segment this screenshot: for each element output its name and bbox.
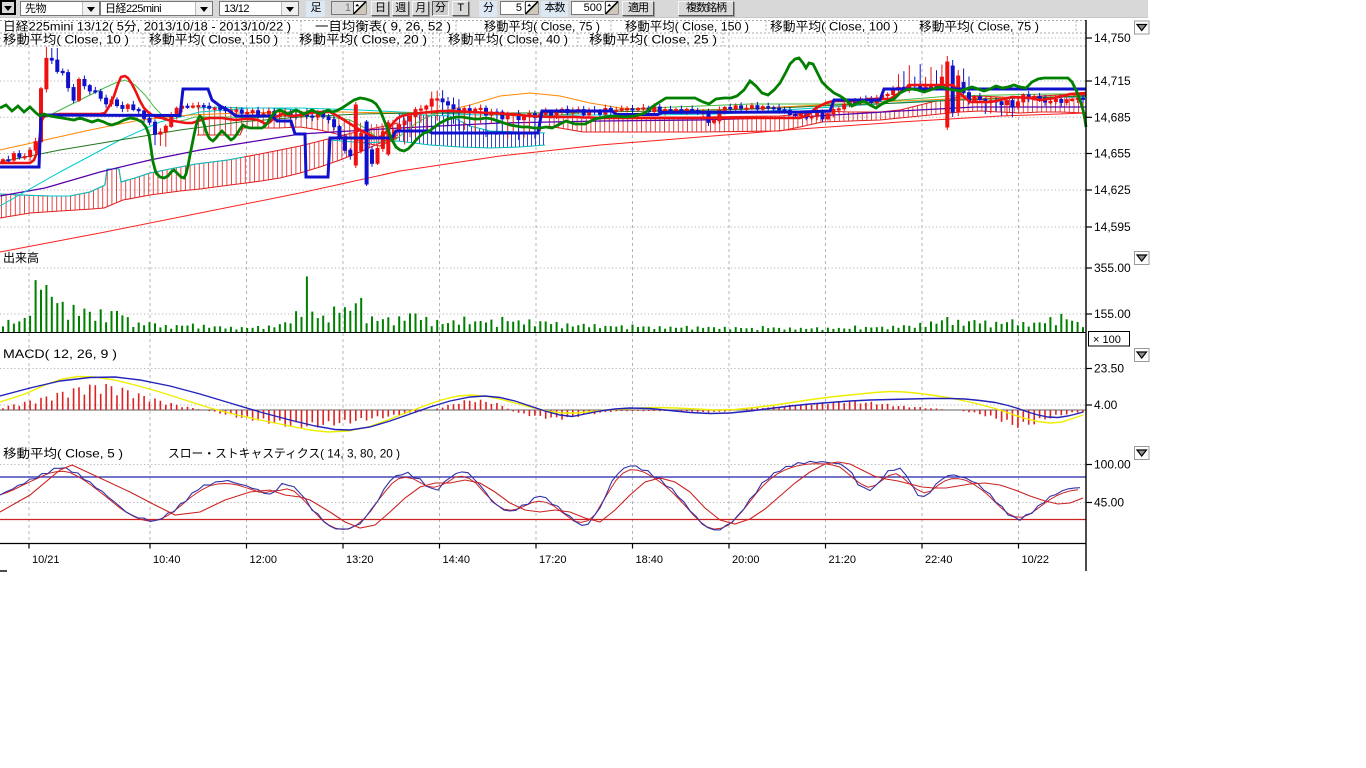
svg-text:14,625: 14,625 bbox=[1094, 183, 1131, 197]
svg-text:移動平均( Close, 25 ): 移動平均( Close, 25 ) bbox=[589, 33, 717, 47]
svg-text:20:00: 20:00 bbox=[732, 554, 760, 566]
svg-text:17:20: 17:20 bbox=[539, 554, 567, 566]
svg-text:14,715: 14,715 bbox=[1094, 74, 1131, 88]
svg-text:12:00: 12:00 bbox=[250, 554, 278, 566]
svg-text:10:40: 10:40 bbox=[153, 554, 181, 566]
svg-text:13:20: 13:20 bbox=[346, 554, 374, 566]
svg-text:MACD( 12, 26, 9 ): MACD( 12, 26, 9 ) bbox=[3, 347, 117, 361]
svg-text:14,595: 14,595 bbox=[1094, 220, 1131, 234]
svg-text:移動平均( Close, 150 ): 移動平均( Close, 150 ) bbox=[625, 20, 749, 34]
svg-text:14,655: 14,655 bbox=[1094, 147, 1131, 161]
svg-text:移動平均( Close, 40 ): 移動平均( Close, 40 ) bbox=[448, 33, 568, 47]
svg-text:100.00: 100.00 bbox=[1094, 458, 1131, 472]
svg-text:18:40: 18:40 bbox=[636, 554, 664, 566]
svg-text:× 100: × 100 bbox=[1093, 334, 1121, 346]
svg-text:日経225mini 13/12( 5分, 2013/10/1: 日経225mini 13/12( 5分, 2013/10/18 - 2013/1… bbox=[3, 20, 291, 34]
svg-text:355.00: 355.00 bbox=[1094, 261, 1131, 275]
svg-text:14,750: 14,750 bbox=[1094, 31, 1131, 45]
svg-text:出来高: 出来高 bbox=[3, 250, 39, 265]
svg-text:スロー・ストキャスティクス( 14, 3, 80, 20 ): スロー・ストキャスティクス( 14, 3, 80, 20 ) bbox=[168, 447, 400, 461]
svg-text:移動平均( Close, 75 ): 移動平均( Close, 75 ) bbox=[484, 20, 600, 34]
svg-text:14:40: 14:40 bbox=[443, 554, 471, 566]
svg-text:4.00: 4.00 bbox=[1094, 398, 1118, 412]
svg-text:22:40: 22:40 bbox=[925, 554, 953, 566]
svg-text:移動平均( Close, 10 ): 移動平均( Close, 10 ) bbox=[3, 33, 129, 47]
svg-text:21:20: 21:20 bbox=[829, 554, 857, 566]
svg-text:155.00: 155.00 bbox=[1094, 307, 1131, 321]
svg-text:23.50: 23.50 bbox=[1094, 362, 1124, 376]
svg-text:移動平均( Close, 100 ): 移動平均( Close, 100 ) bbox=[770, 20, 898, 34]
svg-text:移動平均( Close, 5 ): 移動平均( Close, 5 ) bbox=[3, 447, 123, 461]
svg-text:14,685: 14,685 bbox=[1094, 111, 1131, 125]
svg-text:10/21: 10/21 bbox=[32, 554, 60, 566]
svg-text:移動平均( Close, 75 ): 移動平均( Close, 75 ) bbox=[919, 20, 1039, 34]
svg-text:10/22: 10/22 bbox=[1022, 554, 1050, 566]
svg-text:一目均衡表( 9, 26, 52 ): 一目均衡表( 9, 26, 52 ) bbox=[315, 20, 451, 34]
svg-text:移動平均( Close, 150 ): 移動平均( Close, 150 ) bbox=[149, 33, 278, 47]
svg-text:45.00: 45.00 bbox=[1094, 496, 1124, 510]
svg-text:移動平均( Close, 20 ): 移動平均( Close, 20 ) bbox=[299, 33, 427, 47]
